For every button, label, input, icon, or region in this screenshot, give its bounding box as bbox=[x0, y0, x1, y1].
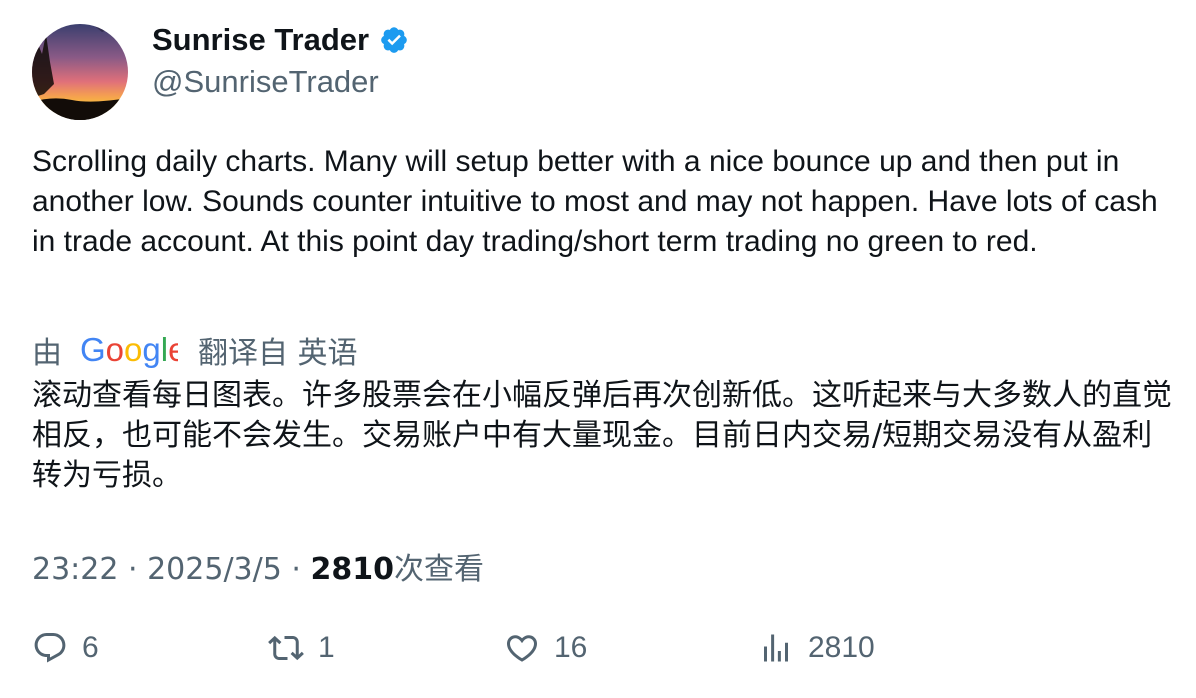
avatar[interactable] bbox=[32, 24, 128, 120]
meta-separator: · bbox=[128, 552, 148, 587]
retweet-count: 1 bbox=[318, 631, 335, 664]
like-count: 16 bbox=[554, 631, 588, 664]
reply-button[interactable]: 6 bbox=[32, 630, 99, 666]
author-name-row: Sunrise Trader bbox=[152, 22, 409, 58]
sunset-landscape-avatar bbox=[32, 24, 128, 120]
tweet-meta: 23:22 · 2025/3/5 · 2810次查看 bbox=[32, 544, 484, 588]
author-name[interactable]: Sunrise Trader bbox=[152, 22, 369, 58]
tweet-text: Scrolling daily charts. Many will setup … bbox=[32, 145, 1158, 258]
author-handle[interactable]: @SunriseTrader bbox=[152, 64, 379, 100]
meta-separator: · bbox=[291, 552, 311, 587]
action-bar: 6 1 16 2810 bbox=[32, 630, 1172, 674]
views-button[interactable]: 2810 bbox=[758, 630, 875, 666]
translation-attribution: 由 Google 翻译自 英语 bbox=[32, 328, 358, 372]
reply-icon bbox=[34, 633, 66, 663]
heart-icon bbox=[506, 635, 538, 662]
tweet-date[interactable]: 2025/3/5 bbox=[147, 552, 282, 587]
views-count: 2810 bbox=[310, 552, 394, 587]
translated-by-label: 由 bbox=[32, 336, 62, 371]
views-action-count: 2810 bbox=[808, 631, 875, 664]
analytics-bar-icon bbox=[764, 634, 788, 662]
google-logo-text: Google bbox=[80, 331, 178, 368]
retweet-button[interactable]: 1 bbox=[268, 630, 335, 666]
tweet-time[interactable]: 23:22 bbox=[32, 552, 118, 587]
like-button[interactable]: 16 bbox=[504, 630, 587, 666]
reply-count: 6 bbox=[82, 631, 99, 664]
translated-from-link[interactable]: 翻译自 英语 bbox=[198, 328, 358, 372]
translated-text: 滚动查看每日图表。许多股票会在小幅反弹后再次创新低。这听起来与大多数人的直觉相反… bbox=[32, 378, 1172, 493]
google-logo-icon: Google bbox=[80, 331, 178, 368]
views-label: 次查看 bbox=[393, 552, 484, 587]
verified-badge-icon[interactable] bbox=[379, 25, 409, 55]
retweet-icon bbox=[268, 635, 304, 661]
